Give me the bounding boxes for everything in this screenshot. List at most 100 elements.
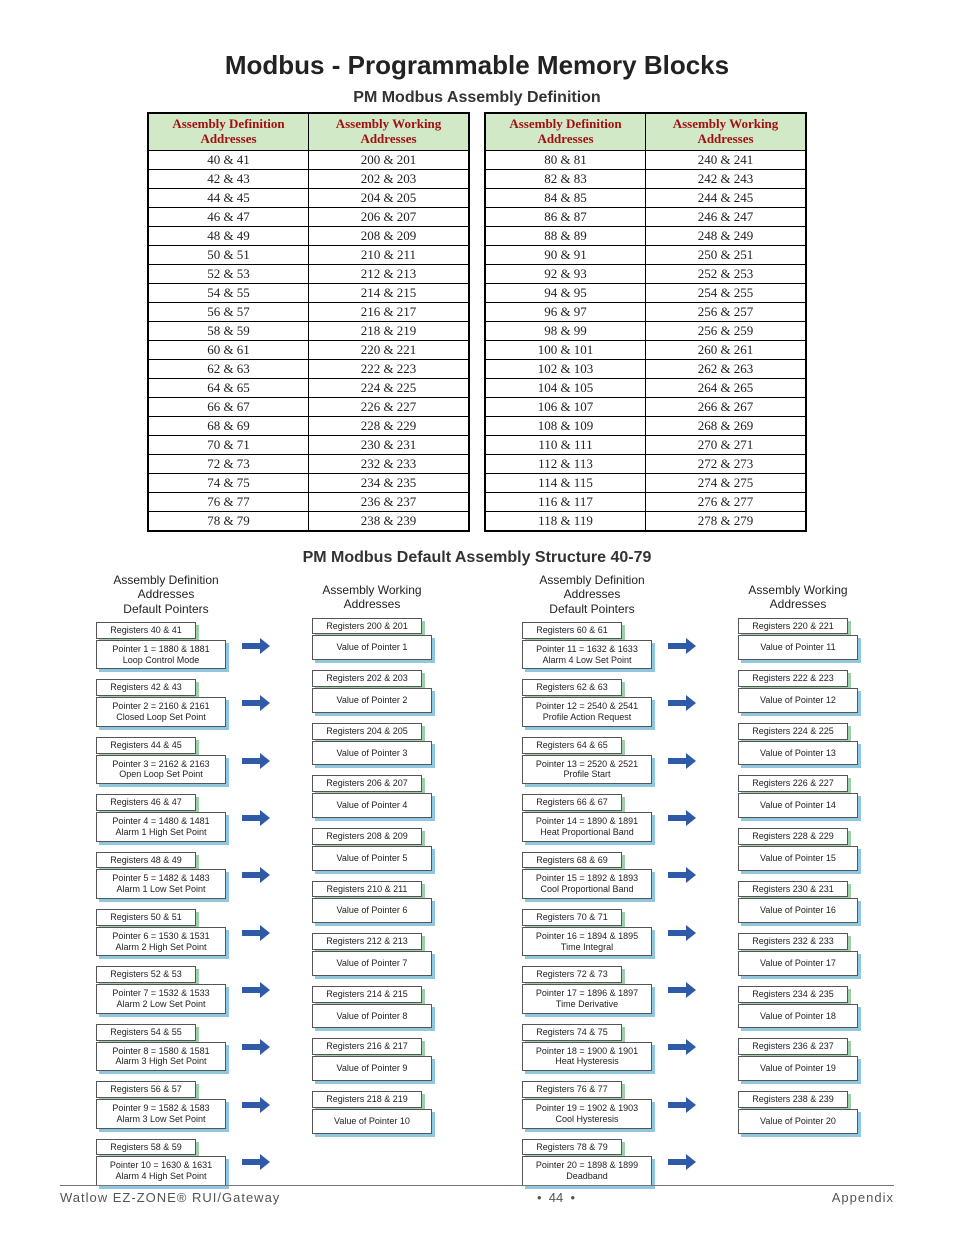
table-row: 100 & 101260 & 261 — [486, 340, 806, 359]
value-box: Value of Pointer 17 — [738, 951, 858, 976]
diagram-pair: Registers 78 & 79Pointer 20 = 1898 & 189… — [522, 1139, 698, 1186]
table-row: 108 & 109268 & 269 — [486, 416, 806, 435]
table-cell: 236 & 237 — [309, 492, 469, 511]
table-cell: 112 & 113 — [486, 454, 646, 473]
register-box: Registers 56 & 57 — [96, 1081, 196, 1098]
table-row: 88 & 89248 & 249 — [486, 226, 806, 245]
table-cell: 260 & 261 — [646, 340, 806, 359]
table-cell: 272 & 273 — [646, 454, 806, 473]
table-row: 74 & 75234 & 235 — [149, 473, 469, 492]
table-cell: 100 & 101 — [486, 340, 646, 359]
table-cell: 118 & 119 — [486, 511, 646, 530]
diagram-pair: Registers 52 & 53Pointer 7 = 1532 & 1533… — [96, 966, 272, 1013]
arrow-icon — [668, 1037, 698, 1057]
table-cell: 52 & 53 — [149, 264, 309, 283]
working-register-box: Registers 220 & 221 — [738, 618, 848, 635]
table-row: 112 & 113272 & 273 — [486, 454, 806, 473]
diagram-pair: Registers 48 & 49Pointer 5 = 1482 & 1483… — [96, 852, 272, 899]
diagram-pair: Registers 238 & 239Value of Pointer 20 — [738, 1091, 858, 1134]
pointer-box: Pointer 17 = 1896 & 1897Time Derivative — [522, 984, 652, 1014]
register-box: Registers 48 & 49 — [96, 852, 196, 869]
diagram-pair: Registers 220 & 221Value of Pointer 11 — [738, 618, 858, 661]
table-cell: 278 & 279 — [646, 511, 806, 530]
pointer-box: Pointer 7 = 1532 & 1533Alarm 2 Low Set P… — [96, 984, 226, 1014]
table-row: 72 & 73232 & 233 — [149, 454, 469, 473]
table-cell: 116 & 117 — [486, 492, 646, 511]
table-cell: 70 & 71 — [149, 435, 309, 454]
table-cell: 200 & 201 — [309, 150, 469, 169]
value-box: Value of Pointer 13 — [738, 741, 858, 766]
table-row: 86 & 87246 & 247 — [486, 207, 806, 226]
diagram-header-def: Assembly DefinitionAddressesDefault Poin… — [96, 573, 236, 616]
table-cell: 72 & 73 — [149, 454, 309, 473]
table-cell: 54 & 55 — [149, 283, 309, 302]
table-row: 42 & 43202 & 203 — [149, 169, 469, 188]
table-cell: 270 & 271 — [646, 435, 806, 454]
table-cell: 218 & 219 — [309, 321, 469, 340]
arrow-icon — [242, 1095, 272, 1115]
bullet-icon: • — [571, 1190, 576, 1205]
register-box: Registers 40 & 41 — [96, 622, 196, 639]
pointer-box: Pointer 18 = 1900 & 1901Heat Hysteresis — [522, 1042, 652, 1072]
register-box: Registers 68 & 69 — [522, 852, 622, 869]
table-row: 54 & 55214 & 215 — [149, 283, 469, 302]
table-row: 96 & 97256 & 257 — [486, 302, 806, 321]
section-subtitle-2: PM Modbus Default Assembly Structure 40-… — [60, 549, 894, 567]
section-subtitle-1: PM Modbus Assembly Definition — [60, 89, 894, 107]
table-cell: 266 & 267 — [646, 397, 806, 416]
working-register-box: Registers 208 & 209 — [312, 828, 422, 845]
value-box: Value of Pointer 14 — [738, 793, 858, 818]
table-cell: 220 & 221 — [309, 340, 469, 359]
table-cell: 94 & 95 — [486, 283, 646, 302]
table-cell: 98 & 99 — [486, 321, 646, 340]
diagram-pair: Registers 216 & 217Value of Pointer 9 — [312, 1038, 432, 1081]
value-box: Value of Pointer 2 — [312, 688, 432, 713]
pointer-box: Pointer 4 = 1480 & 1481Alarm 1 High Set … — [96, 812, 226, 842]
table-cell: 46 & 47 — [149, 207, 309, 226]
value-box: Value of Pointer 20 — [738, 1109, 858, 1134]
table-row: 90 & 91250 & 251 — [486, 245, 806, 264]
arrow-icon — [668, 1152, 698, 1172]
table-row: 94 & 95254 & 255 — [486, 283, 806, 302]
table-cell: 256 & 257 — [646, 302, 806, 321]
register-box: Registers 42 & 43 — [96, 679, 196, 696]
arrow-icon — [668, 693, 698, 713]
table-row: 102 & 103262 & 263 — [486, 359, 806, 378]
value-box: Value of Pointer 12 — [738, 688, 858, 713]
register-box: Registers 52 & 53 — [96, 966, 196, 983]
diagram-pair: Registers 40 & 41Pointer 1 = 1880 & 1881… — [96, 622, 272, 669]
table-row: 68 & 69228 & 229 — [149, 416, 469, 435]
working-register-box: Registers 232 & 233 — [738, 933, 848, 950]
table-cell: 68 & 69 — [149, 416, 309, 435]
diagram-pair: Registers 236 & 237Value of Pointer 19 — [738, 1038, 858, 1081]
table-cell: 230 & 231 — [309, 435, 469, 454]
table-cell: 74 & 75 — [149, 473, 309, 492]
table-row: 52 & 53212 & 213 — [149, 264, 469, 283]
table-cell: 216 & 217 — [309, 302, 469, 321]
pointer-box: Pointer 5 = 1482 & 1483Alarm 1 Low Set P… — [96, 869, 226, 899]
diagram-pair: Registers 58 & 59Pointer 10 = 1630 & 163… — [96, 1139, 272, 1186]
table-row: 114 & 115274 & 275 — [486, 473, 806, 492]
table-cell: 268 & 269 — [646, 416, 806, 435]
diagram-pair: Registers 218 & 219Value of Pointer 10 — [312, 1091, 432, 1134]
table-cell: 84 & 85 — [486, 188, 646, 207]
arrow-icon — [242, 693, 272, 713]
table-cell: 82 & 83 — [486, 169, 646, 188]
table-row: 92 & 93252 & 253 — [486, 264, 806, 283]
diagram-pair: Registers 54 & 55Pointer 8 = 1580 & 1581… — [96, 1024, 272, 1071]
diagram-pair: Registers 62 & 63Pointer 12 = 2540 & 254… — [522, 679, 698, 726]
pointer-box: Pointer 9 = 1582 & 1583Alarm 3 Low Set P… — [96, 1099, 226, 1129]
table-row: 66 & 67226 & 227 — [149, 397, 469, 416]
table-row: 70 & 71230 & 231 — [149, 435, 469, 454]
address-table-right: Assembly DefinitionAddresses Assembly Wo… — [485, 113, 806, 531]
pointer-box: Pointer 16 = 1894 & 1895Time Integral — [522, 927, 652, 957]
diagram-pair: Registers 44 & 45Pointer 3 = 2162 & 2163… — [96, 737, 272, 784]
page-number: 44 — [549, 1190, 563, 1205]
arrow-icon — [668, 923, 698, 943]
table-cell: 210 & 211 — [309, 245, 469, 264]
register-box: Registers 44 & 45 — [96, 737, 196, 754]
table-row: 80 & 81240 & 241 — [486, 150, 806, 169]
table-cell: 102 & 103 — [486, 359, 646, 378]
arrow-icon — [242, 636, 272, 656]
diagram-header-work: Assembly WorkingAddresses — [738, 583, 858, 612]
